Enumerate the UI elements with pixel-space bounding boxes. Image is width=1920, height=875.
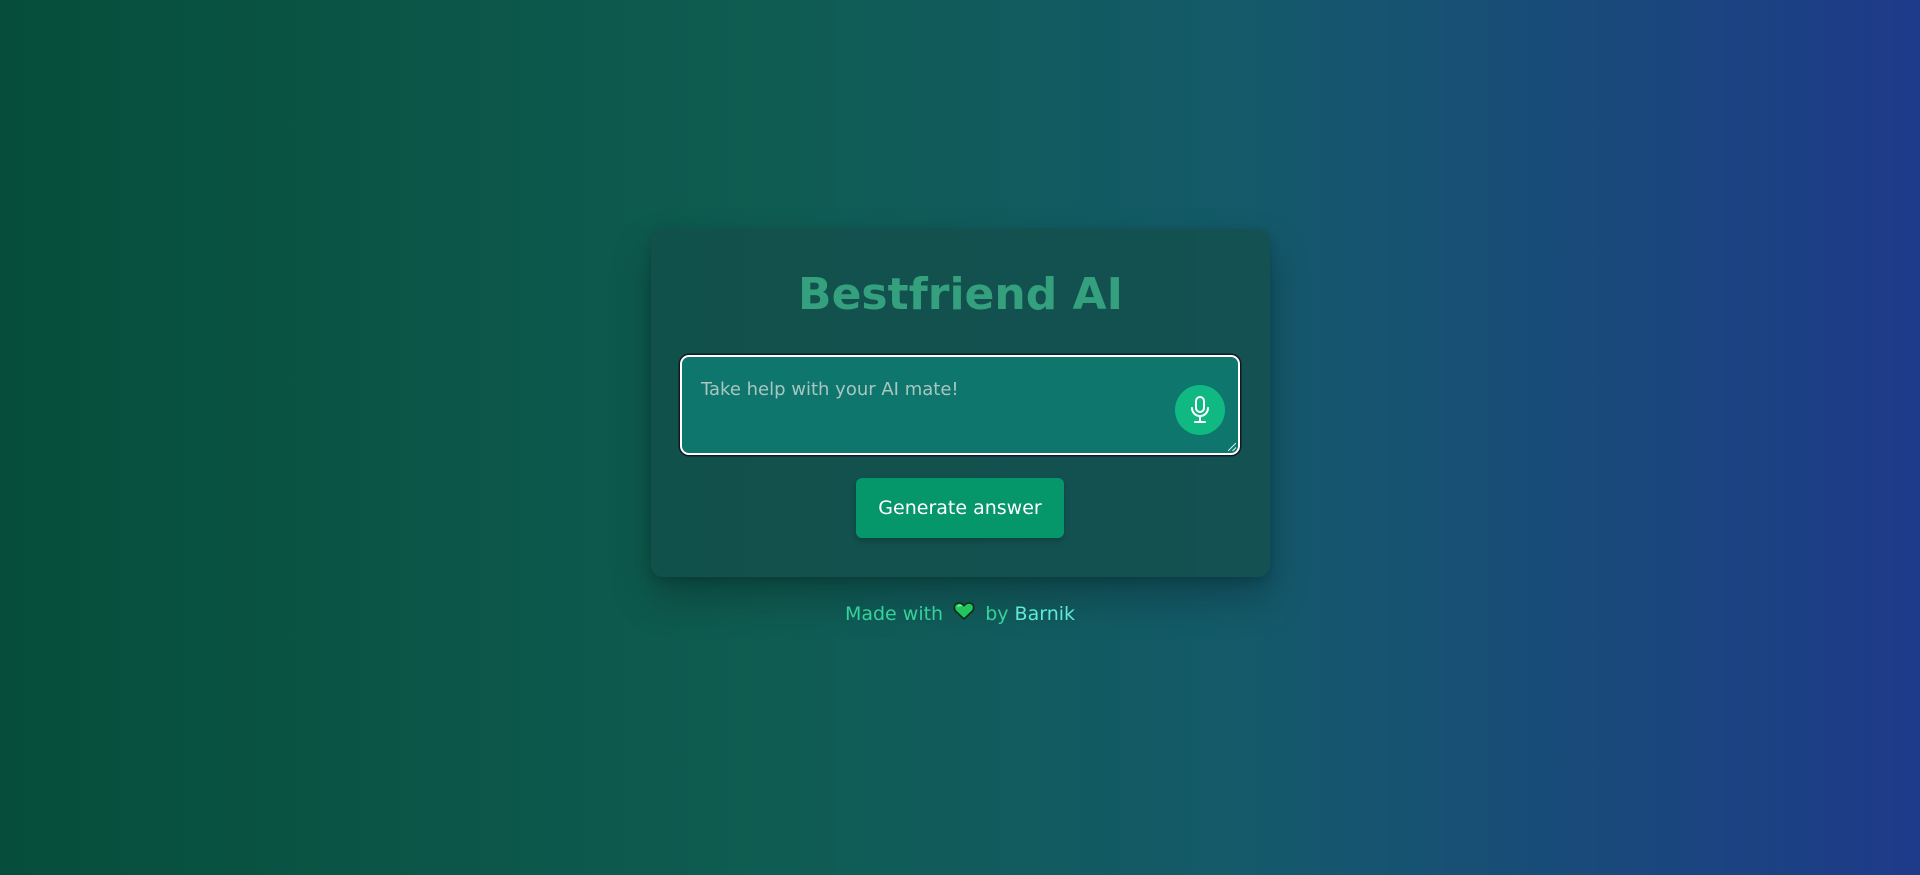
footer-prefix: Made with — [844, 603, 944, 625]
author-link[interactable]: Barnik — [1015, 603, 1075, 625]
footer-by-text: by — [985, 603, 1009, 625]
footer-credit: Made with by Barnik — [0, 601, 1920, 628]
prompt-input[interactable] — [682, 357, 1238, 453]
resize-handle[interactable] — [1228, 443, 1236, 451]
microphone-icon — [1191, 396, 1209, 423]
page-title: Bestfriend AI — [798, 269, 1123, 320]
prompt-field-container — [680, 355, 1240, 455]
green-heart-icon — [953, 601, 975, 628]
microphone-button[interactable] — [1175, 385, 1225, 435]
main-card: Bestfriend AI Generate answer — [651, 229, 1270, 577]
generate-answer-button[interactable]: Generate answer — [856, 478, 1064, 538]
